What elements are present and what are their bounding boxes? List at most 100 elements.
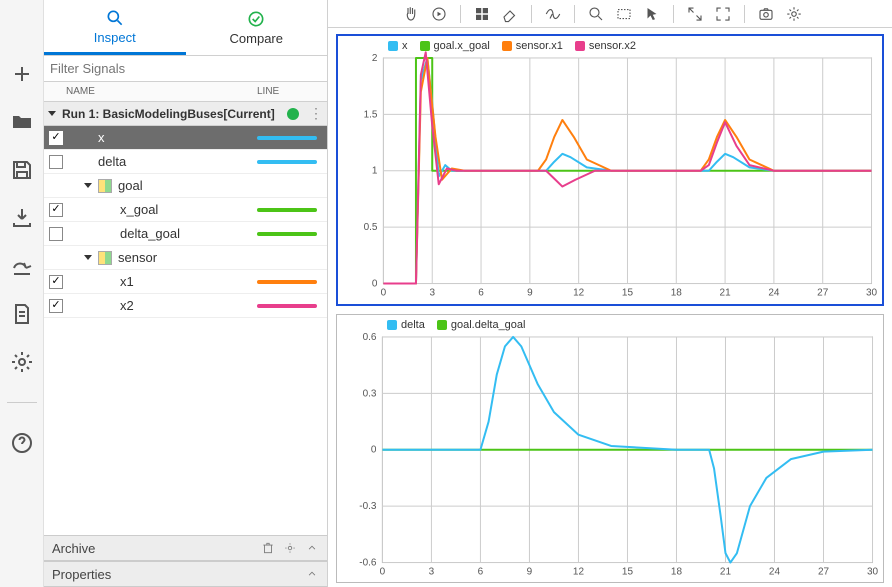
archive-section[interactable]: Archive bbox=[44, 535, 327, 561]
pointer-icon[interactable] bbox=[639, 3, 665, 25]
svg-text:0.6: 0.6 bbox=[363, 331, 377, 342]
signal-row-delta[interactable]: delta bbox=[44, 150, 327, 174]
legend-item: sensor.x1 bbox=[502, 40, 563, 52]
legend-item: goal.delta_goal bbox=[437, 319, 526, 331]
line-style-swatch bbox=[257, 208, 317, 212]
svg-text:18: 18 bbox=[671, 288, 683, 299]
svg-text:21: 21 bbox=[720, 566, 732, 577]
clear-icon[interactable] bbox=[497, 3, 523, 25]
import-icon[interactable] bbox=[8, 204, 36, 232]
left-icon-bar bbox=[0, 0, 44, 587]
plot-2-legend: delta goal.delta_goal bbox=[387, 319, 525, 331]
svg-text:18: 18 bbox=[671, 566, 683, 577]
tab-compare-label: Compare bbox=[230, 31, 283, 46]
svg-text:30: 30 bbox=[867, 566, 879, 577]
checkbox[interactable] bbox=[49, 227, 63, 241]
tab-compare[interactable]: Compare bbox=[186, 0, 328, 55]
svg-text:-0.6: -0.6 bbox=[359, 557, 377, 568]
checkbox[interactable] bbox=[49, 275, 63, 289]
expand-triangle-icon bbox=[48, 111, 56, 116]
legend-item: delta bbox=[387, 319, 425, 331]
svg-text:9: 9 bbox=[527, 288, 533, 299]
legend-item: sensor.x2 bbox=[575, 40, 636, 52]
checkbox[interactable] bbox=[49, 203, 63, 217]
export-icon[interactable] bbox=[8, 252, 36, 280]
filter-input[interactable] bbox=[44, 56, 327, 81]
pan-icon[interactable] bbox=[398, 3, 424, 25]
svg-text:6: 6 bbox=[478, 288, 484, 299]
chevron-up-icon[interactable] bbox=[305, 541, 319, 555]
fit-icon[interactable] bbox=[611, 3, 637, 25]
group-row-goal[interactable]: goal bbox=[44, 174, 327, 198]
trash-icon[interactable] bbox=[261, 541, 275, 555]
add-icon[interactable] bbox=[8, 60, 36, 88]
svg-text:2: 2 bbox=[372, 53, 378, 64]
help-icon[interactable] bbox=[8, 429, 36, 457]
line-style-swatch bbox=[257, 136, 317, 140]
plot-1-legend: xgoal.x_goalsensor.x1sensor.x2 bbox=[388, 40, 636, 52]
tab-inspect-label: Inspect bbox=[94, 30, 136, 45]
signal-row-delta-goal[interactable]: delta_goal bbox=[44, 222, 327, 246]
svg-text:12: 12 bbox=[573, 566, 585, 577]
plot-area: 00.511.52036912151821242730 xgoal.x_goal… bbox=[328, 0, 892, 587]
svg-text:0: 0 bbox=[371, 444, 377, 455]
svg-text:15: 15 bbox=[622, 566, 634, 577]
expand-triangle-icon bbox=[84, 255, 92, 260]
report-icon[interactable] bbox=[8, 300, 36, 328]
svg-text:0: 0 bbox=[381, 288, 387, 299]
svg-text:6: 6 bbox=[478, 566, 484, 577]
svg-text:12: 12 bbox=[573, 288, 585, 299]
svg-text:0: 0 bbox=[372, 279, 378, 290]
bus-icon bbox=[98, 179, 112, 193]
svg-text:21: 21 bbox=[720, 288, 732, 299]
legend-item: goal.x_goal bbox=[420, 40, 490, 52]
status-dot-icon bbox=[287, 108, 299, 120]
line-style-swatch bbox=[257, 160, 317, 164]
svg-text:3: 3 bbox=[429, 566, 435, 577]
expand-icon[interactable] bbox=[682, 3, 708, 25]
run-label: Run 1: BasicModelingBuses[Current] bbox=[62, 107, 283, 121]
svg-text:3: 3 bbox=[429, 288, 435, 299]
signal-row-x2[interactable]: x2 bbox=[44, 294, 327, 318]
svg-text:15: 15 bbox=[622, 288, 634, 299]
svg-text:9: 9 bbox=[527, 566, 533, 577]
folder-icon[interactable] bbox=[8, 108, 36, 136]
replay-icon[interactable] bbox=[426, 3, 452, 25]
fullscreen-icon[interactable] bbox=[710, 3, 736, 25]
plot-1[interactable]: 00.511.52036912151821242730 xgoal.x_goal… bbox=[336, 34, 884, 306]
svg-text:27: 27 bbox=[818, 566, 830, 577]
svg-text:27: 27 bbox=[817, 288, 829, 299]
signal-row-x[interactable]: x bbox=[44, 126, 327, 150]
line-style-swatch bbox=[257, 304, 317, 308]
snapshot-icon[interactable] bbox=[753, 3, 779, 25]
properties-section[interactable]: Properties bbox=[44, 561, 327, 587]
signal-panel: Inspect Compare NAME LINE Run 1: BasicMo… bbox=[44, 0, 328, 587]
run-row[interactable]: Run 1: BasicModelingBuses[Current] ⋮ bbox=[44, 102, 327, 126]
layout-icon[interactable] bbox=[469, 3, 495, 25]
group-row-sensor[interactable]: sensor bbox=[44, 246, 327, 270]
chevron-up-icon[interactable] bbox=[305, 567, 319, 581]
svg-text:24: 24 bbox=[768, 288, 780, 299]
settings-icon[interactable] bbox=[8, 348, 36, 376]
line-style-swatch bbox=[257, 280, 317, 284]
svg-text:1.5: 1.5 bbox=[364, 109, 378, 120]
checkbox[interactable] bbox=[49, 131, 63, 145]
gear-icon[interactable] bbox=[283, 541, 297, 555]
gear-icon[interactable] bbox=[781, 3, 807, 25]
cursor-icon[interactable] bbox=[540, 3, 566, 25]
svg-text:0.5: 0.5 bbox=[364, 222, 378, 233]
svg-text:0.3: 0.3 bbox=[363, 388, 377, 399]
svg-text:1: 1 bbox=[372, 166, 378, 177]
line-style-swatch bbox=[257, 232, 317, 236]
zoom-icon[interactable] bbox=[583, 3, 609, 25]
save-icon[interactable] bbox=[8, 156, 36, 184]
signal-row-x-goal[interactable]: x_goal bbox=[44, 198, 327, 222]
expand-triangle-icon bbox=[84, 183, 92, 188]
checkbox[interactable] bbox=[49, 155, 63, 169]
signal-row-x1[interactable]: x1 bbox=[44, 270, 327, 294]
plot-2[interactable]: -0.6-0.300.30.6036912151821242730 deltag… bbox=[336, 314, 884, 584]
tab-inspect[interactable]: Inspect bbox=[44, 0, 186, 55]
checkbox[interactable] bbox=[49, 299, 63, 313]
column-header: NAME LINE bbox=[44, 82, 327, 102]
run-menu-icon[interactable]: ⋮ bbox=[305, 105, 327, 122]
